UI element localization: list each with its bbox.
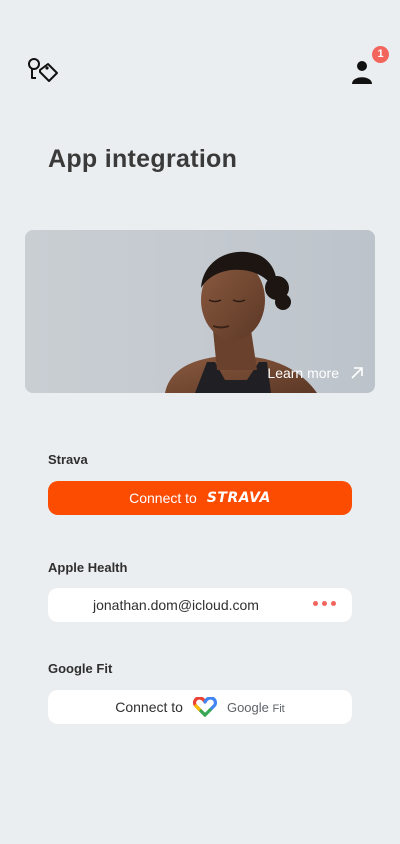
connect-strava-text: Connect to: [129, 490, 197, 506]
google-fit-wordmark-fit: Fit: [272, 702, 285, 715]
hero-banner: Learn more: [25, 230, 375, 393]
strava-logo: STRAVA: [206, 490, 271, 506]
connect-google-fit-text: Connect to: [115, 699, 183, 715]
connect-strava-button[interactable]: Connect to STRAVA: [48, 481, 352, 515]
learn-more-link[interactable]: Learn more: [267, 365, 365, 381]
connect-google-fit-button[interactable]: Connect to Google Fit: [48, 690, 352, 724]
google-fit-wordmark-google: Google: [226, 699, 269, 715]
more-dots-icon[interactable]: [313, 601, 336, 606]
google-fit-label: Google Fit: [48, 661, 113, 676]
google-fit-wordmark: Google Fit: [227, 700, 285, 715]
strava-label: Strava: [48, 452, 88, 467]
page-title: App integration: [48, 145, 238, 173]
tag-bag-icon[interactable]: [26, 56, 60, 86]
arrow-up-right-icon: [351, 367, 363, 379]
apple-health-email: jonathan.dom@icloud.com: [93, 597, 259, 613]
learn-more-label: Learn more: [267, 365, 339, 381]
notification-badge: 1: [372, 46, 389, 63]
top-bar: 1: [0, 0, 400, 110]
apple-health-account: jonathan.dom@icloud.com: [48, 588, 352, 622]
apple-health-label: Apple Health: [48, 560, 128, 575]
google-fit-heart-icon: [192, 697, 217, 717]
